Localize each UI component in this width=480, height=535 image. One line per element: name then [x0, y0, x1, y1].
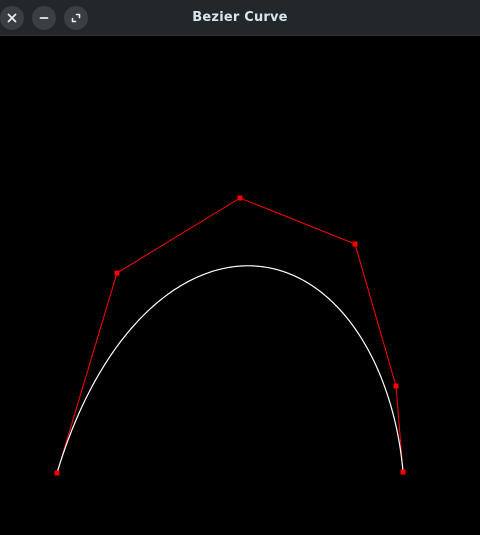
control-point-3[interactable] — [237, 195, 243, 201]
title-bar[interactable]: Bezier Curve — [0, 0, 480, 36]
control-points[interactable] — [54, 195, 406, 476]
control-point-6[interactable] — [400, 469, 406, 475]
bezier-drawing[interactable] — [0, 36, 480, 535]
control-polygon — [56, 197, 404, 474]
app-window: Bezier Curve — [0, 0, 480, 535]
control-point-1[interactable] — [54, 470, 60, 476]
bezier-curve — [56, 265, 404, 474]
window-title: Bezier Curve — [192, 10, 288, 25]
control-point-5[interactable] — [393, 383, 399, 389]
control-point-2[interactable] — [114, 270, 120, 276]
control-point-4[interactable] — [352, 241, 358, 247]
drawing-canvas[interactable] — [0, 36, 480, 535]
